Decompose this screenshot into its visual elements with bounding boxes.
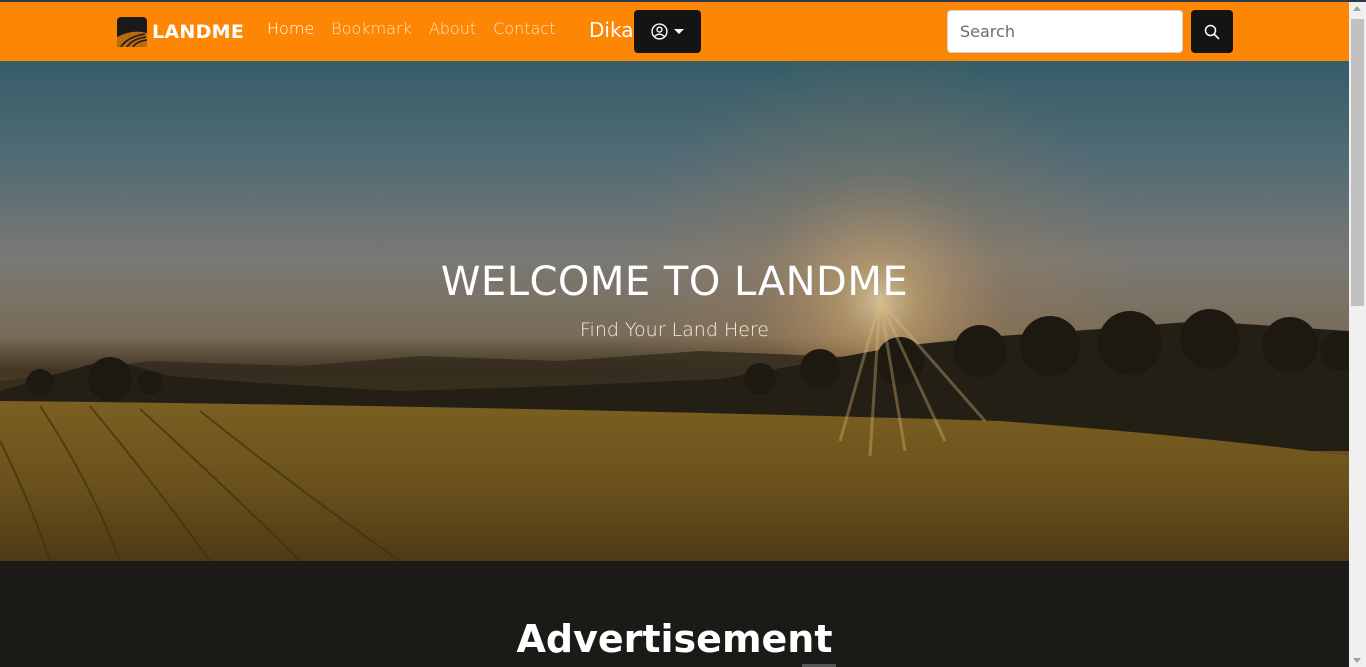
chevron-down-icon bbox=[674, 29, 684, 34]
nav-links: Home Bookmark About Contact bbox=[267, 19, 572, 38]
scroll-down-arrow-icon[interactable] bbox=[1353, 658, 1361, 663]
nav-item-contact[interactable]: Contact bbox=[493, 19, 555, 38]
nav-item-home[interactable]: Home bbox=[267, 19, 314, 38]
brand[interactable]: LANDME bbox=[117, 16, 244, 48]
landme-logo-icon bbox=[117, 17, 147, 47]
search-button[interactable] bbox=[1191, 10, 1233, 53]
nav-item-bookmark[interactable]: Bookmark bbox=[331, 19, 412, 38]
user-menu-button[interactable] bbox=[634, 10, 701, 53]
page-scrollbar[interactable] bbox=[1349, 2, 1366, 667]
brand-name: LANDME bbox=[152, 21, 245, 43]
scrollbar-thumb[interactable] bbox=[1351, 19, 1364, 306]
scroll-up-arrow-icon[interactable] bbox=[1353, 6, 1361, 11]
advertisement-section: Advertisement bbox=[0, 561, 1349, 667]
username: Dika bbox=[589, 18, 634, 42]
nav-item-about[interactable]: About bbox=[429, 19, 476, 38]
search-input[interactable] bbox=[947, 10, 1183, 53]
hero-background-image bbox=[0, 61, 1349, 561]
search-icon bbox=[1204, 24, 1220, 39]
advertisement-title: Advertisement bbox=[516, 617, 833, 661]
hero-title: WELCOME TO LANDME bbox=[440, 259, 909, 305]
hero-banner: WELCOME TO LANDME Find Your Land Here bbox=[0, 61, 1349, 561]
hero-subtitle: Find Your Land Here bbox=[580, 319, 769, 341]
top-navbar: LANDME Home Bookmark About Contact Dika bbox=[0, 2, 1349, 61]
user-circle-icon bbox=[651, 23, 668, 40]
